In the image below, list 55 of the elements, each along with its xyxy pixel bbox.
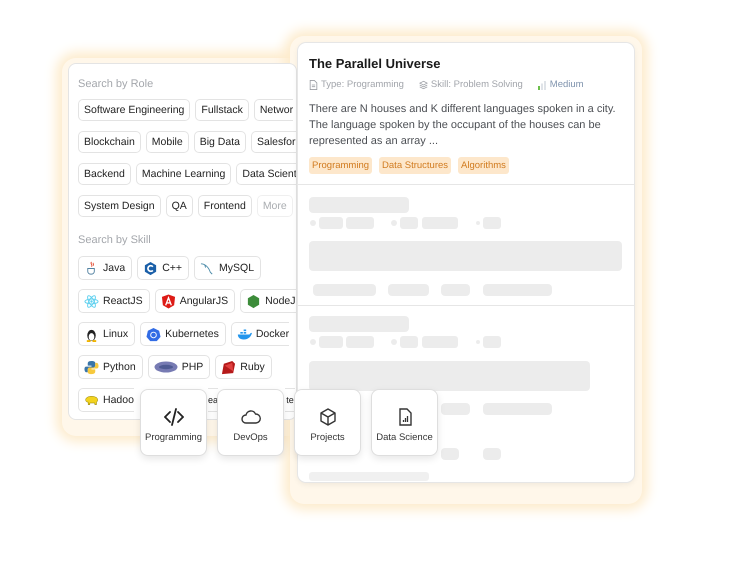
role-chip[interactable]: Machine Learning: [136, 163, 232, 185]
skill-chip[interactable]: Kubernetes: [140, 322, 226, 346]
wheel-icon: [146, 326, 162, 342]
skill-chip[interactable]: PHP: [148, 355, 210, 379]
role-chip[interactable]: Networ: [254, 99, 294, 121]
topic-tag: Programming: [309, 157, 372, 174]
skill-chip[interactable]: te: [284, 388, 295, 412]
skill-chip[interactable]: NodeJ: [240, 289, 296, 313]
category-tile[interactable]: Programming: [140, 389, 207, 456]
skill-chip[interactable]: Linux: [78, 322, 136, 346]
role-chip[interactable]: System Design: [78, 195, 161, 217]
layers-icon: [418, 80, 428, 90]
role-chip[interactable]: Mobile: [146, 131, 189, 153]
category-tile[interactable]: Data Science: [371, 389, 438, 456]
category-tile[interactable]: DevOps: [217, 389, 284, 456]
ellipse-icon: [154, 361, 178, 373]
role-chip[interactable]: Salesfor: [251, 131, 296, 153]
role-chip[interactable]: QA: [166, 195, 193, 217]
whale-icon: [236, 326, 252, 342]
skill-chip[interactable]: Python: [78, 355, 143, 379]
role-chip[interactable]: Frontend: [198, 195, 252, 217]
category-tile[interactable]: Projects: [294, 389, 361, 456]
skill-chip[interactable]: Hadoo: [78, 388, 134, 412]
gem-icon: [221, 360, 236, 374]
code-icon: [164, 408, 184, 426]
hexagon-icon: [246, 294, 262, 308]
role-chip[interactable]: Software Engineering: [78, 99, 190, 121]
skill-chip[interactable]: Java: [78, 256, 132, 280]
document-icon: [309, 80, 318, 90]
skill-chip[interactable]: MySQL: [194, 256, 262, 280]
role-chip[interactable]: Blockchain: [78, 131, 141, 153]
cloud-icon: [240, 408, 260, 426]
role-chip[interactable]: Fullstack: [195, 99, 249, 121]
problem-description: There are N houses and K different languages spoken in a city. The language spoken by the occupant of the houses can be represented as an array ...: [309, 102, 617, 149]
topic-tag: Algorithms: [458, 157, 509, 174]
skill-chip[interactable]: Ruby: [215, 355, 272, 379]
role-chip[interactable]: Backend: [78, 163, 131, 185]
difficulty-label: Medium: [550, 79, 584, 90]
topic-tag: Data Structures: [379, 157, 452, 174]
skill-chip[interactable]: ReactJS: [78, 289, 150, 313]
skill-chip[interactable]: Docker: [230, 322, 290, 346]
skill-chip[interactable]: C++: [137, 256, 190, 280]
type-label: Type: Programming: [321, 79, 404, 90]
section-heading: Search by Role: [78, 77, 154, 91]
shield-icon: [160, 294, 176, 308]
hexagon-icon: [143, 260, 158, 276]
section-heading: Search by Skill: [78, 233, 151, 247]
atom-icon: [84, 294, 99, 308]
role-chip[interactable]: Big Data: [194, 131, 246, 153]
problem-title: The Parallel Universe: [309, 56, 442, 72]
cube-icon: [318, 408, 338, 426]
snake-icon: [84, 360, 99, 374]
signal-bars-icon: [538, 80, 547, 90]
skill-chip[interactable]: AngularJS: [154, 289, 236, 313]
skill-label: Skill: Problem Solving: [430, 79, 523, 90]
